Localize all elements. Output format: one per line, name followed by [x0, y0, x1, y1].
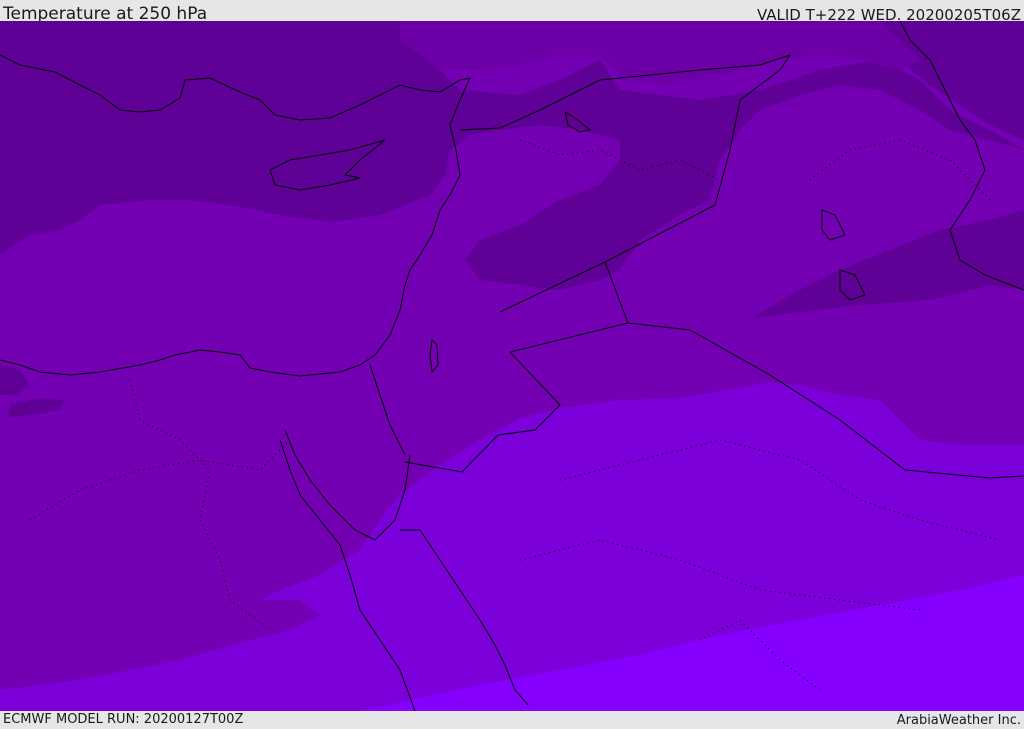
temperature-map: [0, 21, 1024, 711]
model-run-label: ECMWF MODEL RUN: 20200127T00Z: [3, 712, 244, 727]
map-frame: Temperature at 250 hPa VALID T+222 WED. …: [0, 0, 1024, 729]
credit-label: ArabiaWeather Inc.: [896, 713, 1021, 728]
